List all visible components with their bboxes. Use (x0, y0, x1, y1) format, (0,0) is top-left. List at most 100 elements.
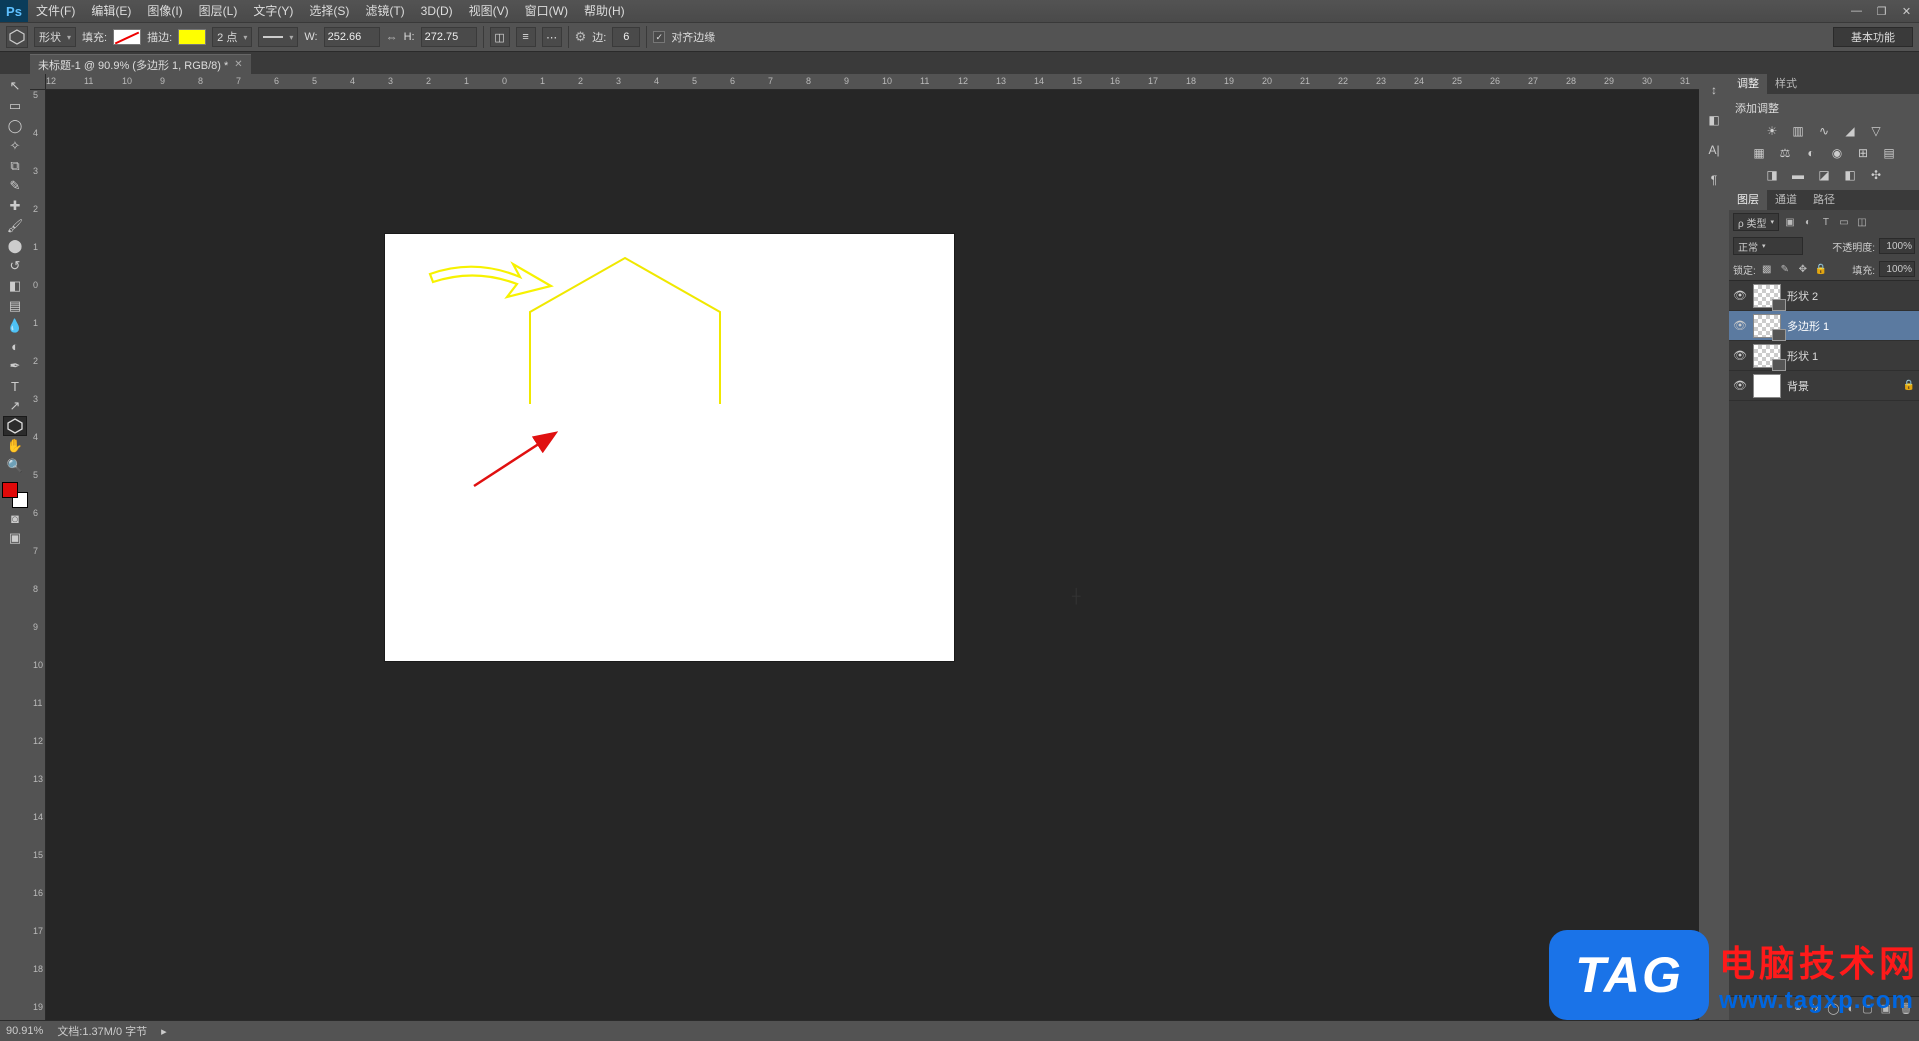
menu-item[interactable]: 图层(L) (191, 0, 246, 22)
minimize-button[interactable]: — (1844, 2, 1869, 20)
para-panel-icon[interactable]: ¶ (1704, 170, 1724, 190)
height-input[interactable] (421, 27, 477, 47)
layer-name[interactable]: 多边形 1 (1787, 318, 1829, 334)
eraser-tool-icon[interactable]: ◧ (3, 276, 27, 296)
quickmask-icon[interactable]: ◙ (3, 508, 27, 528)
dodge-tool-icon[interactable]: ◐ (3, 336, 27, 356)
zoom-tool-icon[interactable]: 🔍 (3, 456, 27, 476)
visibility-icon[interactable]: 👁 (1733, 319, 1747, 332)
layer-thumbnail[interactable] (1753, 284, 1781, 308)
adj-curves-icon[interactable]: ∿ (1815, 123, 1833, 139)
hand-tool-icon[interactable]: ✋ (3, 436, 27, 456)
path-select-tool-icon[interactable]: ↗ (3, 396, 27, 416)
gradient-tool-icon[interactable]: ▤ (3, 296, 27, 316)
adj-balance-icon[interactable]: ⚖ (1776, 145, 1794, 161)
shape-tool-icon[interactable] (3, 416, 27, 436)
close-tab-icon[interactable]: ✕ (234, 59, 242, 70)
tab-layers[interactable]: 图层 (1729, 190, 1767, 210)
stroke-style-dropdown[interactable] (258, 27, 298, 47)
layer-row[interactable]: 👁 形状 1 (1729, 341, 1919, 371)
layer-name[interactable]: 形状 2 (1787, 288, 1818, 304)
visibility-icon[interactable]: 👁 (1733, 379, 1747, 392)
visibility-icon[interactable]: 👁 (1733, 289, 1747, 302)
opacity-input[interactable]: 100% (1879, 238, 1915, 254)
adj-levels-icon[interactable]: ▥ (1789, 123, 1807, 139)
menu-item[interactable]: 图像(I) (139, 0, 190, 22)
adj-selective-icon[interactable]: ✣ (1867, 167, 1885, 183)
adj-vibrance-icon[interactable]: ▽ (1867, 123, 1885, 139)
wand-tool-icon[interactable]: ✧ (3, 136, 27, 156)
filter-pixel-icon[interactable]: ▣ (1783, 215, 1797, 229)
marquee-tool-icon[interactable]: ▭ (3, 96, 27, 116)
adj-hue-icon[interactable]: ▦ (1750, 145, 1768, 161)
adj-brightness-icon[interactable]: ☀ (1763, 123, 1781, 139)
maximize-button[interactable]: ❐ (1869, 2, 1894, 20)
char-panel-icon[interactable]: A| (1704, 140, 1724, 160)
filter-type-icon[interactable]: T (1819, 215, 1833, 229)
layer-name[interactable]: 背景 (1787, 378, 1809, 394)
lasso-tool-icon[interactable]: ◯ (3, 116, 27, 136)
layer-name[interactable]: 形状 1 (1787, 348, 1818, 364)
pen-tool-icon[interactable]: ✒ (3, 356, 27, 376)
visibility-icon[interactable]: 👁 (1733, 349, 1747, 362)
menu-item[interactable]: 文字(Y) (245, 0, 301, 22)
menu-item[interactable]: 滤镜(T) (357, 0, 412, 22)
menu-item[interactable]: 窗口(W) (517, 0, 576, 22)
ruler-horizontal[interactable]: 1211109876543210123456789101112131415161… (46, 74, 1699, 90)
stamp-tool-icon[interactable]: ⬤ (3, 236, 27, 256)
ruler-vertical[interactable]: 54321012345678910111213141516171819 (30, 90, 46, 1020)
menu-item[interactable]: 编辑(E) (83, 0, 139, 22)
path-arrange[interactable]: ⋯ (542, 27, 562, 47)
align-edges-checkbox[interactable]: ✓ (653, 31, 665, 43)
adj-thresh-icon[interactable]: ◪ (1815, 167, 1833, 183)
filter-smart-icon[interactable]: ◫ (1855, 215, 1869, 229)
document-canvas[interactable]: ┼ (385, 234, 954, 661)
document-info[interactable]: 文档:1.37M/0 字节 (57, 1023, 147, 1039)
tab-channels[interactable]: 通道 (1767, 190, 1805, 210)
blend-mode-dropdown[interactable]: 正常 (1733, 237, 1803, 255)
link-icon[interactable]: ⇔ (386, 30, 398, 44)
close-button[interactable]: ✕ (1894, 2, 1919, 20)
filter-shape-icon[interactable]: ▭ (1837, 215, 1851, 229)
history-panel-icon[interactable]: ↕ (1704, 80, 1724, 100)
stroke-swatch[interactable] (178, 29, 206, 45)
tab-paths[interactable]: 路径 (1805, 190, 1843, 210)
width-input[interactable] (324, 27, 380, 47)
filter-adj-icon[interactable]: ◐ (1801, 215, 1815, 229)
mode-dropdown[interactable]: 形状 (34, 27, 76, 47)
stroke-width-dropdown[interactable]: 2 点 (212, 27, 252, 47)
lock-all-icon[interactable]: 🔒 (1814, 262, 1828, 276)
menu-item[interactable]: 文件(F) (28, 0, 83, 22)
menu-item[interactable]: 选择(S) (301, 0, 357, 22)
move-tool-icon[interactable]: ↖ (3, 76, 27, 96)
screenmode-icon[interactable]: ▣ (3, 528, 27, 548)
workspace-switcher[interactable]: 基本功能 (1833, 27, 1913, 47)
tab-adjustments[interactable]: 调整 (1729, 74, 1767, 94)
layer-row[interactable]: 👁 形状 2 (1729, 281, 1919, 311)
path-align[interactable]: ≡ (516, 27, 536, 47)
layer-thumbnail[interactable] (1753, 374, 1781, 398)
menu-item[interactable]: 3D(D) (413, 0, 461, 22)
tab-styles[interactable]: 样式 (1767, 74, 1805, 94)
layer-row[interactable]: 👁 多边形 1 (1729, 311, 1919, 341)
lock-trans-icon[interactable]: ▩ (1760, 262, 1774, 276)
layer-thumbnail[interactable] (1753, 314, 1781, 338)
chevron-right-icon[interactable]: ▸ (161, 1025, 167, 1038)
adj-poster-icon[interactable]: ▬ (1789, 167, 1807, 183)
fill-input[interactable]: 100% (1879, 261, 1915, 277)
layer-row[interactable]: 👁背景🔒 (1729, 371, 1919, 401)
ruler-origin[interactable] (30, 74, 46, 90)
color-panel-icon[interactable]: ◧ (1704, 110, 1724, 130)
eyedropper-tool-icon[interactable]: ✎ (3, 176, 27, 196)
sides-input[interactable] (612, 27, 640, 47)
adj-gradmap-icon[interactable]: ◧ (1841, 167, 1859, 183)
adj-lut-icon[interactable]: ▤ (1880, 145, 1898, 161)
path-op-combine[interactable]: ◫ (490, 27, 510, 47)
menu-item[interactable]: 视图(V) (461, 0, 517, 22)
type-tool-icon[interactable]: T (3, 376, 27, 396)
adj-bw-icon[interactable]: ◐ (1802, 145, 1820, 161)
brush-tool-icon[interactable]: 🖌 (3, 216, 27, 236)
document-tab[interactable]: 未标题-1 @ 90.9% (多边形 1, RGB/8) * ✕ (30, 54, 251, 74)
layer-filter-dropdown[interactable]: ρ 类型 (1733, 213, 1779, 231)
blur-tool-icon[interactable]: 💧 (3, 316, 27, 336)
